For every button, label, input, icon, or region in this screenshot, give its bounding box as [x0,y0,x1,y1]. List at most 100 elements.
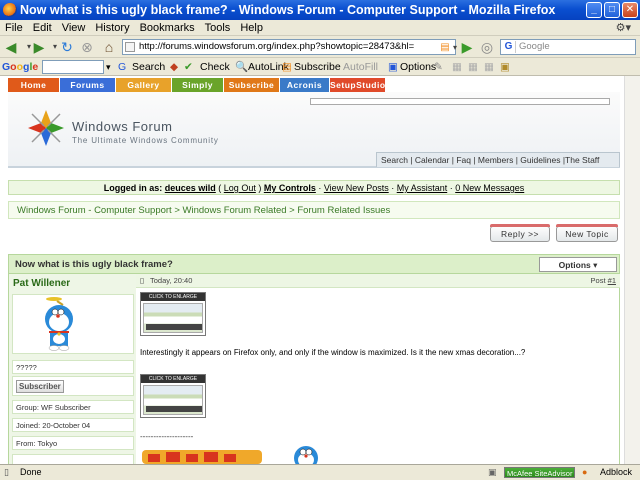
menu-history[interactable]: History [90,20,134,36]
post-header: ▯ Today, 20:40 Post #1 [136,274,620,288]
breadcrumb-item[interactable]: Windows Forum - Computer Support [17,205,172,216]
screenshot-thumbnail[interactable]: CLICK TO ENLARGE [140,374,206,418]
toolbar-button-icon[interactable]: ▦ [484,58,494,76]
new-messages-link[interactable]: 0 New Messages [455,183,524,193]
google-toolbar-input[interactable] [42,60,104,74]
tab-subscribe[interactable]: Subscribe [224,78,280,92]
banner-ad-placeholder [310,98,610,105]
history-icon[interactable]: ◎ [478,38,496,56]
new-topic-button[interactable]: New Topic [556,224,618,242]
member-group: Group: WF Subscriber [12,400,134,414]
breadcrumb-item[interactable]: Forum Related Issues [297,205,390,216]
search-placeholder: Google [519,41,550,52]
autolink-icon: 🔍 [235,61,249,73]
post-number-label: Post [590,276,606,285]
link-the-staff[interactable]: The Staff [565,155,599,165]
close-button[interactable]: ✕ [622,2,638,18]
windows-forum-logo-icon[interactable] [26,108,66,148]
gear-icon[interactable]: ⚙▾ [611,20,636,36]
post-date: Today, 20:40 [150,276,193,285]
stop-icon[interactable]: ⊗ [78,38,96,56]
url-bar[interactable]: http://forums.windowsforum.org/index.php… [122,39,456,55]
google-options-button[interactable]: Options [400,58,436,76]
home-icon[interactable]: ⌂ [100,38,118,56]
autofill-button[interactable]: AutoFill [343,58,378,76]
username-link[interactable]: deuces wild [165,183,216,193]
google-g-icon[interactable]: G [118,58,126,76]
status-icon[interactable]: ▣ [488,465,497,480]
post-text: Interestingly it appears on Firefox only… [140,348,526,357]
maximize-button[interactable]: □ [604,2,620,18]
page-icon [125,42,135,52]
logged-in-label: Logged in as: [103,183,163,193]
view-new-posts-link[interactable]: View New Posts [324,183,389,193]
status-text: Done [20,467,42,477]
toolbar-button-icon[interactable]: ▦ [452,58,462,76]
my-controls-link[interactable]: My Controls [264,183,316,193]
member-stars: ????? [12,360,134,374]
minimize-button[interactable]: _ [586,2,602,18]
my-assistant-link[interactable]: My Assistant [397,183,448,193]
spellcheck-button[interactable]: Check [200,58,230,76]
status-bar: ▯ Done ▣ McAfee SiteAdvisor ● Adblock [0,464,640,480]
subscriber-badge: Subscriber [16,380,64,393]
back-icon[interactable]: ◀ [2,38,20,56]
post-number-link[interactable]: #1 [608,276,616,285]
google-dropdown-icon[interactable]: ▾ [106,58,111,76]
options-icon: ▣ [388,61,398,73]
thumbnail-caption: CLICK TO ENLARGE [141,375,205,383]
tab-forums[interactable]: Forums [60,78,116,92]
subscribe-button[interactable]: Subscribe [294,58,341,76]
vertical-scrollbar[interactable] [624,76,640,464]
tab-setupstudio[interactable]: SetupStudio [330,78,386,92]
reply-button[interactable]: Reply >> [490,224,550,242]
post-body-column: ▯ Today, 20:40 Post #1 CLICK TO ENLARGE … [136,274,620,464]
firefox-status-icon[interactable]: ● [582,465,587,480]
post-author[interactable]: Pat Willener [13,278,70,289]
menu-help[interactable]: Help [235,20,268,36]
toolbar-button-icon[interactable]: ▦ [468,58,478,76]
menu-file[interactable]: File [0,20,28,36]
menu-bookmarks[interactable]: Bookmarks [135,20,200,36]
menu-tools[interactable]: Tools [200,20,236,36]
siteadvisor-badge[interactable]: McAfee SiteAdvisor [504,467,576,478]
link-faq[interactable]: Faq [456,155,471,165]
tab-gallery[interactable]: Gallery [116,78,172,92]
signature-separator: -------------------- [140,432,194,441]
link-guidelines[interactable]: Guidelines [520,155,560,165]
menu-view[interactable]: View [57,20,91,36]
breadcrumb-item[interactable]: Windows Forum Related [183,205,287,216]
google-search-icon[interactable]: G [502,41,516,53]
tab-acronis[interactable]: Acronis [280,78,330,92]
site-title: Windows Forum [72,119,173,134]
search-input[interactable]: G Google [500,39,636,55]
link-calendar[interactable]: Calendar [415,155,450,165]
go-icon[interactable]: ▶ [458,38,476,56]
subscribe-icon: ▤ [282,61,292,73]
adblock-label[interactable]: Adblock [600,465,632,480]
post-author-column: Pat Willener ????? Subscriber Group: WF … [8,274,136,464]
toolbar-button-icon[interactable]: ▣ [500,58,510,76]
tab-simply[interactable]: Simply [172,78,224,92]
menu-edit[interactable]: Edit [28,20,57,36]
tab-home[interactable]: Home [8,78,60,92]
link-search[interactable]: Search [381,155,408,165]
post-page-icon: ▯ [140,276,145,285]
topic-title: Now what is this ugly black frame? [15,259,173,270]
doraemon-avatar-icon [45,297,73,351]
menu-bar: File Edit View History Bookmarks Tools Help ⚙▾ [0,20,640,36]
top-links: Search | Calendar | Faq | Members | Guid… [376,152,620,167]
reload-icon[interactable]: ↻ [58,38,76,56]
site-tabs: Home Forums Gallery Simply Subscribe Acr… [8,78,388,92]
screenshot-thumbnail[interactable]: CLICK TO ENLARGE [140,292,206,336]
logout-link[interactable]: Log Out [224,183,256,193]
member-joined: Joined: 20-October 04 [12,418,134,432]
link-members[interactable]: Members [478,155,513,165]
user-bar: Logged in as: deuces wild ( Log Out ) My… [8,180,620,195]
pencil-icon[interactable]: ✎ [434,58,443,76]
google-search-button[interactable]: Search [132,58,165,76]
options-button[interactable]: Options ▾ [539,257,617,272]
google-toolbar: Google ▾ G Search ◆ ✔ Check 🔍 AutoLink ▤… [0,58,640,76]
subscriber-badge-box: Subscriber [12,376,134,396]
signature-doraemon-icon [294,446,318,464]
